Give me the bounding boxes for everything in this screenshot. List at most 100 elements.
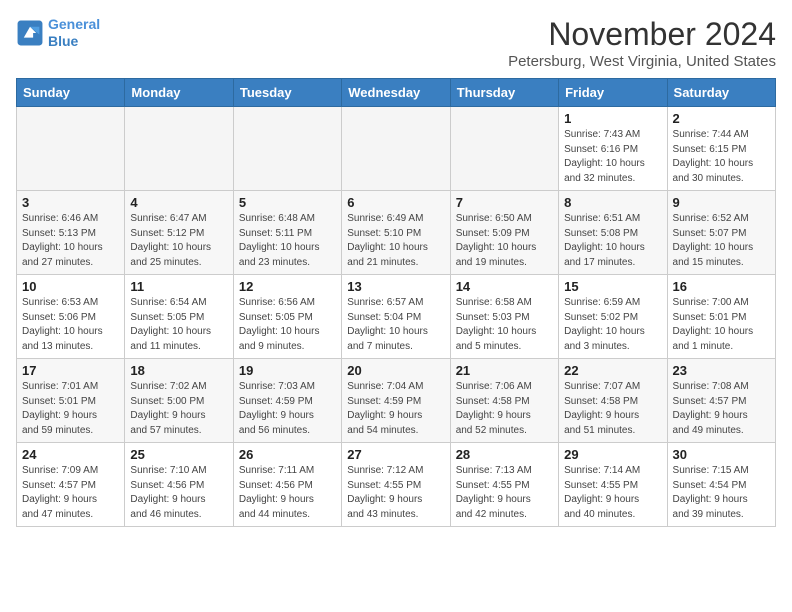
day-number: 13 [347,279,444,294]
day-number: 23 [673,363,770,378]
day-number: 21 [456,363,553,378]
calendar-cell: 4 Sunrise: 6:47 AMSunset: 5:12 PMDaylight… [125,191,233,275]
title-block: November 2024 Petersburg, West Virginia,… [508,16,776,70]
calendar-cell: 14 Sunrise: 6:58 AMSunset: 5:03 PMDayligh… [450,275,558,359]
day-info: Sunrise: 6:52 AMSunset: 5:07 PMDaylight:… [673,212,770,270]
calendar-cell: 13 Sunrise: 6:57 AMSunset: 5:04 PMDayligh… [342,275,450,359]
calendar-cell: 30 Sunrise: 7:15 AMSunset: 4:54 PMDayligh… [667,443,775,527]
day-number: 6 [347,195,444,210]
calendar-cell [450,107,558,191]
day-number: 15 [564,279,661,294]
weekday-header-friday: Friday [559,79,667,107]
day-number: 16 [673,279,770,294]
day-info: Sunrise: 6:58 AMSunset: 5:03 PMDaylight:… [456,296,553,354]
calendar-cell: 22 Sunrise: 7:07 AMSunset: 4:58 PMDayligh… [559,359,667,443]
calendar-week-5: 24 Sunrise: 7:09 AMSunset: 4:57 PMDayligh… [17,443,776,527]
calendar-cell: 21Sunrise: 7:06 AMSunset: 4:58 PMDayligh… [450,359,558,443]
day-number: 25 [130,447,227,462]
calendar-cell: 17 Sunrise: 7:01 AMSunset: 5:01 PMDayligh… [17,359,125,443]
page-header: General Blue November 2024 Petersburg, W… [16,16,776,70]
day-number: 14 [456,279,553,294]
calendar-cell: 27 Sunrise: 7:12 AMSunset: 4:55 PMDayligh… [342,443,450,527]
logo: General Blue [16,16,100,50]
calendar-week-3: 10Sunrise: 6:53 AMSunset: 5:06 PMDayligh… [17,275,776,359]
day-info: Sunrise: 7:04 AMSunset: 4:59 PMDaylight:… [347,380,444,438]
weekday-header-row: SundayMondayTuesdayWednesdayThursdayFrid… [17,79,776,107]
calendar-table: SundayMondayTuesdayWednesdayThursdayFrid… [16,78,776,527]
calendar-cell: 15 Sunrise: 6:59 AMSunset: 5:02 PMDayligh… [559,275,667,359]
day-number: 20 [347,363,444,378]
month-title: November 2024 [508,16,776,53]
day-info: Sunrise: 7:09 AMSunset: 4:57 PMDaylight:… [22,464,119,522]
weekday-header-saturday: Saturday [667,79,775,107]
day-number: 1 [564,111,661,126]
day-info: Sunrise: 6:53 AMSunset: 5:06 PMDaylight:… [22,296,119,354]
day-number: 28 [456,447,553,462]
day-info: Sunrise: 7:15 AMSunset: 4:54 PMDaylight:… [673,464,770,522]
calendar-cell: 25Sunrise: 7:10 AMSunset: 4:56 PMDayligh… [125,443,233,527]
day-number: 29 [564,447,661,462]
day-number: 19 [239,363,336,378]
calendar-cell: 1 Sunrise: 7:43 AMSunset: 6:16 PMDaylight… [559,107,667,191]
day-number: 22 [564,363,661,378]
calendar-cell [233,107,341,191]
day-info: Sunrise: 7:13 AMSunset: 4:55 PMDaylight:… [456,464,553,522]
calendar-cell: 23Sunrise: 7:08 AMSunset: 4:57 PMDayligh… [667,359,775,443]
day-info: Sunrise: 7:03 AMSunset: 4:59 PMDaylight:… [239,380,336,438]
day-info: Sunrise: 7:43 AMSunset: 6:16 PMDaylight:… [564,128,661,186]
weekday-header-thursday: Thursday [450,79,558,107]
weekday-header-wednesday: Wednesday [342,79,450,107]
day-number: 8 [564,195,661,210]
day-number: 2 [673,111,770,126]
day-number: 24 [22,447,119,462]
day-number: 17 [22,363,119,378]
day-info: Sunrise: 6:57 AMSunset: 5:04 PMDaylight:… [347,296,444,354]
day-number: 18 [130,363,227,378]
calendar-cell: 10Sunrise: 6:53 AMSunset: 5:06 PMDayligh… [17,275,125,359]
day-info: Sunrise: 7:01 AMSunset: 5:01 PMDaylight:… [22,380,119,438]
day-info: Sunrise: 6:48 AMSunset: 5:11 PMDaylight:… [239,212,336,270]
day-info: Sunrise: 7:07 AMSunset: 4:58 PMDaylight:… [564,380,661,438]
calendar-cell [125,107,233,191]
day-number: 11 [130,279,227,294]
calendar-week-1: 1 Sunrise: 7:43 AMSunset: 6:16 PMDaylight… [17,107,776,191]
day-number: 30 [673,447,770,462]
day-info: Sunrise: 7:12 AMSunset: 4:55 PMDaylight:… [347,464,444,522]
day-number: 4 [130,195,227,210]
calendar-week-4: 17 Sunrise: 7:01 AMSunset: 5:01 PMDayligh… [17,359,776,443]
day-number: 9 [673,195,770,210]
logo-line2: Blue [48,33,78,49]
day-info: Sunrise: 6:56 AMSunset: 5:05 PMDaylight:… [239,296,336,354]
day-info: Sunrise: 6:47 AMSunset: 5:12 PMDaylight:… [130,212,227,270]
day-info: Sunrise: 6:59 AMSunset: 5:02 PMDaylight:… [564,296,661,354]
calendar-cell: 3Sunrise: 6:46 AMSunset: 5:13 PMDaylight… [17,191,125,275]
calendar-cell: 16 Sunrise: 7:00 AMSunset: 5:01 PMDayligh… [667,275,775,359]
weekday-header-monday: Monday [125,79,233,107]
day-number: 27 [347,447,444,462]
calendar-cell: 9 Sunrise: 6:52 AMSunset: 5:07 PMDaylight… [667,191,775,275]
calendar-cell: 29Sunrise: 7:14 AMSunset: 4:55 PMDayligh… [559,443,667,527]
calendar-week-2: 3Sunrise: 6:46 AMSunset: 5:13 PMDaylight… [17,191,776,275]
day-number: 12 [239,279,336,294]
day-info: Sunrise: 7:11 AMSunset: 4:56 PMDaylight:… [239,464,336,522]
weekday-header-sunday: Sunday [17,79,125,107]
calendar-cell: 24 Sunrise: 7:09 AMSunset: 4:57 PMDayligh… [17,443,125,527]
day-info: Sunrise: 7:02 AMSunset: 5:00 PMDaylight:… [130,380,227,438]
calendar-cell: 28 Sunrise: 7:13 AMSunset: 4:55 PMDayligh… [450,443,558,527]
day-info: Sunrise: 6:50 AMSunset: 5:09 PMDaylight:… [456,212,553,270]
day-info: Sunrise: 7:44 AMSunset: 6:15 PMDaylight:… [673,128,770,186]
calendar-cell [342,107,450,191]
calendar-cell: 5Sunrise: 6:48 AMSunset: 5:11 PMDaylight… [233,191,341,275]
calendar-cell: 12 Sunrise: 6:56 AMSunset: 5:05 PMDayligh… [233,275,341,359]
day-info: Sunrise: 6:49 AMSunset: 5:10 PMDaylight:… [347,212,444,270]
weekday-header-tuesday: Tuesday [233,79,341,107]
calendar-cell: 2 Sunrise: 7:44 AMSunset: 6:15 PMDaylight… [667,107,775,191]
calendar-cell: 19 Sunrise: 7:03 AMSunset: 4:59 PMDayligh… [233,359,341,443]
day-info: Sunrise: 6:51 AMSunset: 5:08 PMDaylight:… [564,212,661,270]
day-info: Sunrise: 7:00 AMSunset: 5:01 PMDaylight:… [673,296,770,354]
calendar-cell: 20 Sunrise: 7:04 AMSunset: 4:59 PMDayligh… [342,359,450,443]
calendar-cell: 18 Sunrise: 7:02 AMSunset: 5:00 PMDayligh… [125,359,233,443]
day-info: Sunrise: 6:54 AMSunset: 5:05 PMDaylight:… [130,296,227,354]
calendar-cell: 7Sunrise: 6:50 AMSunset: 5:09 PMDaylight… [450,191,558,275]
calendar-cell: 6 Sunrise: 6:49 AMSunset: 5:10 PMDaylight… [342,191,450,275]
